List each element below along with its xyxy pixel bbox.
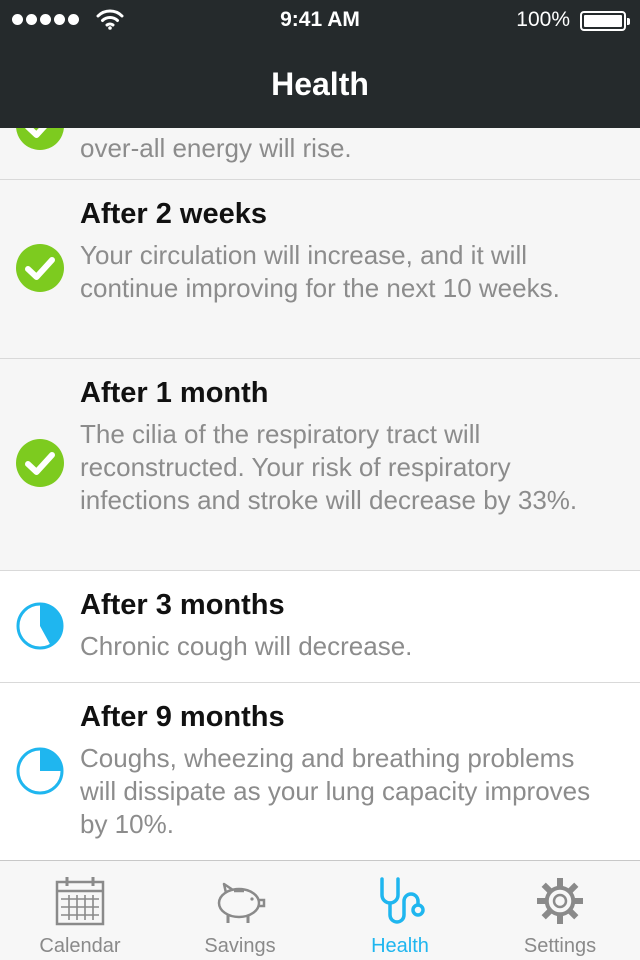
milestone-description: The cilia of the respiratory tract will … <box>80 419 578 515</box>
milestone-item[interactable]: After 1 month The cilia of the respirato… <box>0 359 640 571</box>
piggy-bank-icon <box>217 882 266 923</box>
checkmark-circle-icon <box>16 128 64 150</box>
tab-bar: Calendar Savings Health Settings <box>0 860 640 960</box>
tab-label: Savings <box>204 935 276 957</box>
checkmark-circle-icon <box>16 439 64 487</box>
milestone-item[interactable]: After 3 months Chronic cough will decrea… <box>0 571 640 683</box>
tab-calendar[interactable]: Calendar <box>0 861 160 960</box>
milestone-title: After 2 weeks <box>80 198 267 230</box>
tab-label: Health <box>371 935 429 957</box>
tab-savings[interactable]: Savings <box>160 861 320 960</box>
tab-health[interactable]: Health <box>320 861 480 960</box>
milestone-description: Coughs, wheezing and breathing problems … <box>80 743 591 839</box>
tab-label: Calendar <box>39 935 121 957</box>
milestone-description: Your circulation will increase, and it w… <box>80 240 560 303</box>
milestone-item[interactable]: After 2 weeks Your circulation will incr… <box>0 180 640 359</box>
checkmark-circle-icon <box>16 244 64 292</box>
milestone-title: After 9 months <box>80 701 285 733</box>
navigation-bar: Health <box>0 40 640 128</box>
milestone-title: After 1 month <box>80 377 269 409</box>
status-bar: 9:41 AM 100% <box>0 0 640 40</box>
page-title: Health <box>271 66 369 102</box>
gear-icon <box>537 878 583 924</box>
milestone-item[interactable]: over-all energy will rise. <box>0 128 640 180</box>
milestone-description: Chronic cough will decrease. <box>80 631 413 661</box>
calendar-icon <box>55 877 105 926</box>
progress-pie-icon <box>16 602 64 650</box>
stethoscope-icon <box>380 877 425 924</box>
tab-label: Settings <box>523 935 597 957</box>
milestone-list-viewport[interactable]: over-all energy will rise. After 2 weeks… <box>0 128 640 860</box>
milestone-description: over-all energy will rise. <box>80 133 352 163</box>
tab-settings[interactable]: Settings <box>480 861 640 960</box>
battery-icon <box>580 11 630 31</box>
milestone-title: After 3 months <box>80 589 285 621</box>
progress-pie-icon <box>16 747 64 795</box>
milestone-item[interactable]: After 9 months Coughs, wheezing and brea… <box>0 683 640 860</box>
milestone-list: over-all energy will rise. After 2 weeks… <box>0 128 640 860</box>
battery-percent: 100% <box>516 8 570 31</box>
